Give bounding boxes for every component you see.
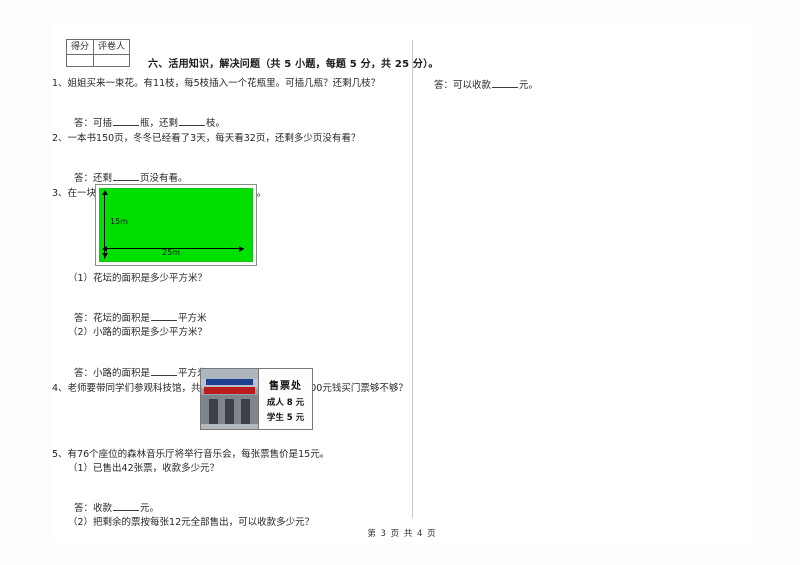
question-1-number: 1、: [52, 78, 68, 89]
question-5-sub-2-blank[interactable]: [492, 79, 519, 88]
question-2-text: 一本书150页，冬冬已经看了3天，每天看32页，还剩多少页没有看？: [67, 133, 361, 144]
building-door-left: [209, 399, 218, 425]
question-3-sub-1-answer: 答：花坛的面积是 平方米: [52, 312, 404, 326]
page-canvas: 得分 评卷人 六、活用知识，解决问题（共 5 小题，每题 5 分，共 25 分）…: [0, 0, 800, 565]
figure-width-label: 25m: [162, 248, 180, 257]
building-door-right: [241, 399, 250, 425]
question-1-blank-a[interactable]: [113, 117, 140, 126]
question-2: 2、一本书150页，冬冬已经看了3天，每天看32页，还剩多少页没有看？: [52, 132, 404, 146]
question-1-text: 姐姐买来一束花。有11枝，每5枝插入一个花瓶里。可插几瓶？还剩几枝？: [67, 78, 381, 89]
question-5-sub-2-answer-suffix: 元。: [519, 80, 539, 91]
question-5-sub-1-answer: 答：收款 元。: [52, 502, 404, 516]
building-banner: [204, 387, 255, 394]
exam-sheet: 得分 评卷人 六、活用知识，解决问题（共 5 小题，每题 5 分，共 25 分）…: [52, 22, 752, 542]
score-value-score[interactable]: [65, 54, 95, 67]
question-5-sub-1-answer-prefix: 答：收款: [74, 503, 113, 514]
score-value-grader[interactable]: [93, 54, 131, 67]
question-1-answer-prefix: 答：可插: [74, 118, 113, 129]
building-roof: [201, 369, 258, 379]
ticket-student-price: 学生 5 元: [266, 413, 305, 423]
question-3-sub-1: （1）花坛的面积是多少平方米？: [68, 273, 208, 284]
question-1-answer-mid: 瓶，还剩: [140, 118, 179, 129]
score-header-score: 得分: [65, 39, 95, 55]
column-divider: [412, 40, 413, 518]
building-door-center: [225, 399, 234, 425]
question-3-sub-1-answer-suffix: 平方米: [178, 313, 207, 324]
flowerbed-figure: 15m 25m: [95, 184, 257, 266]
question-5: 5、有76个座位的森林音乐厅将举行音乐会，每张票售价是15元。: [52, 448, 404, 462]
question-5-text: 有76个座位的森林音乐厅将举行音乐会，每张票售价是15元。: [67, 449, 330, 460]
question-3-number: 3、: [52, 188, 68, 199]
question-2-answer-prefix: 答：还剩: [74, 173, 113, 184]
question-3-sub-1-answer-prefix: 答：花坛的面积是: [74, 313, 151, 324]
score-header-grader: 评卷人: [93, 39, 131, 55]
question-1: 1、姐姐买来一束花。有11枝，每5枝插入一个花瓶里。可插几瓶？还剩几枝？: [52, 77, 404, 91]
question-1-answer-suffix: 枝。: [206, 118, 226, 129]
question-2-answer-suffix: 页没有看。: [140, 173, 188, 184]
figure-height-label: 15m: [110, 217, 128, 226]
question-4-number: 4、: [52, 383, 68, 394]
question-3-sub-2-blank[interactable]: [151, 367, 178, 376]
arrow-up-icon: [101, 190, 108, 195]
question-3-sub-1-blank[interactable]: [151, 312, 178, 321]
question-2-number: 2、: [52, 133, 68, 144]
flowerbed-rectangle: 15m 25m: [99, 188, 253, 262]
ticket-sign-title: 售票处: [269, 381, 302, 392]
arrow-right-icon: [239, 245, 244, 252]
question-1-blank-b[interactable]: [179, 117, 206, 126]
question-3-sub-2-answer-prefix: 答：小路的面积是: [74, 368, 151, 379]
question-5-sub-1: （1）已售出42张票，收款多少元？: [68, 463, 220, 474]
section-title: 六、活用知识，解决问题（共 5 小题，每题 5 分，共 25 分）。: [148, 59, 439, 70]
question-5-sub-1-blank[interactable]: [113, 502, 140, 511]
question-5-sub-2-answer: 答：可以收款 元。: [434, 77, 538, 91]
score-table-value-row: [65, 54, 131, 67]
question-3-sub-2: （2）小路的面积是多少平方米？: [68, 327, 208, 338]
building-sign: [206, 379, 253, 385]
question-5-sub-1-answer-suffix: 元。: [140, 503, 160, 514]
ticket-price-sign: 售票处 成人 8 元 学生 5 元: [258, 369, 312, 429]
score-table: 得分 评卷人: [65, 39, 131, 67]
question-5-number: 5、: [52, 449, 68, 460]
question-1-answer: 答：可插 瓶，还剩 枝。: [52, 117, 404, 131]
question-5-sub-2-answer-prefix: 答：可以收款: [434, 80, 492, 91]
museum-ticket-photo: 售票处 成人 8 元 学生 5 元: [200, 368, 313, 430]
building-steps: [201, 424, 258, 429]
ticket-adult-price: 成人 8 元: [266, 398, 305, 408]
arrow-left-icon: [102, 245, 107, 252]
question-2-blank[interactable]: [113, 172, 140, 181]
page-footer: 第 3 页 共 4 页: [367, 529, 437, 539]
museum-building-photo: [201, 369, 258, 429]
arrow-down-icon: [101, 253, 108, 258]
score-table-header-row: 得分 评卷人: [65, 39, 131, 55]
